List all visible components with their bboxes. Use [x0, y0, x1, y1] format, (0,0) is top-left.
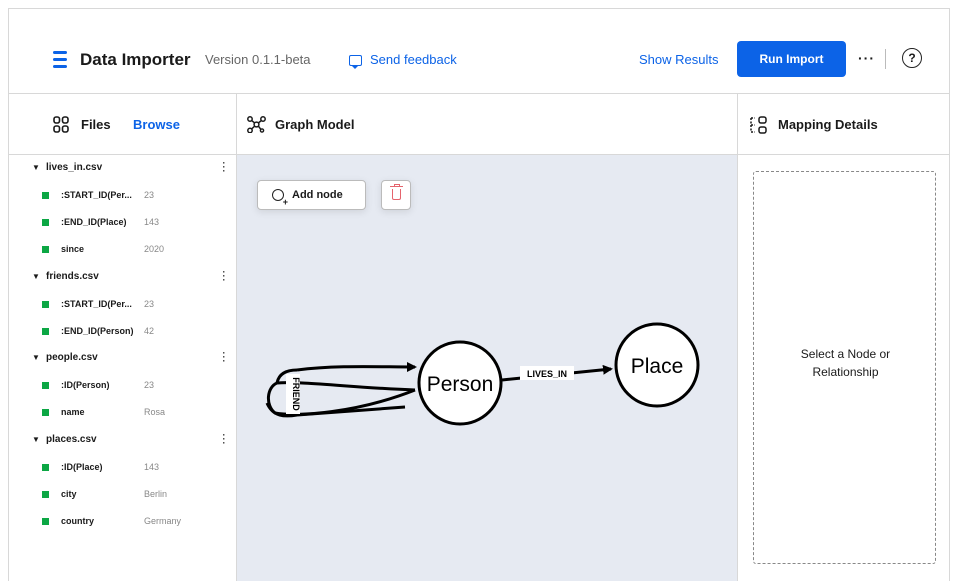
app-title: Data Importer [80, 50, 191, 69]
field-marker-icon [42, 518, 49, 525]
files-panel-header: Files Browse [9, 94, 237, 155]
files-panel-title: Files [81, 117, 111, 132]
file-menu-icon[interactable]: · · · [222, 268, 226, 285]
help-icon[interactable]: ? [902, 48, 922, 68]
field-sample-value: 23 [144, 190, 155, 200]
file-item-lives-in[interactable]: ▼ lives_in.csv · · · [9, 155, 237, 182]
app-frame: Data Importer Version 0.1.1-beta Send fe… [8, 8, 950, 581]
field-row[interactable]: :START_ID(Per... 23 [9, 291, 237, 318]
caret-down-icon[interactable]: ▼ [32, 435, 40, 445]
field-sample-value: 143 [144, 217, 160, 227]
field-marker-icon [42, 409, 49, 416]
field-sample-value: Rosa [144, 407, 166, 417]
friend-relationship-arrow[interactable] [296, 361, 417, 372]
mapping-details-panel: Select a Node or Relationship [738, 155, 949, 581]
field-name: :ID(Person) [61, 380, 110, 390]
field-name: city [61, 489, 77, 499]
file-item-places[interactable]: ▼ places.csv · · · [9, 427, 237, 454]
send-feedback-link[interactable]: Send feedback [349, 51, 457, 69]
field-sample-value: 2020 [144, 244, 165, 254]
mapping-placeholder: Select a Node or Relationship [753, 171, 936, 564]
mapping-icon [750, 116, 767, 134]
app-header: Data Importer Version 0.1.1-beta Send fe… [9, 9, 949, 94]
file-item-people[interactable]: ▼ people.csv · · · [9, 345, 237, 372]
files-list: ▼ lives_in.csv · · · :START_ID(Per... 23 :… [9, 155, 237, 581]
graph-model-icon [247, 116, 266, 133]
data-importer-logo-icon [53, 51, 67, 69]
more-menu-button[interactable]: ··· [858, 49, 875, 67]
field-sample-value: 42 [144, 326, 155, 336]
caret-down-icon[interactable]: ▼ [32, 163, 40, 173]
person-node-label: Person [427, 373, 494, 396]
chat-bubble-icon [349, 54, 362, 69]
caret-down-icon[interactable]: ▼ [32, 353, 40, 363]
field-name: :END_ID(Place) [61, 217, 127, 227]
field-name: :START_ID(Per... [61, 190, 132, 200]
file-menu-icon[interactable]: · · · [222, 159, 226, 176]
field-name: since [61, 244, 85, 254]
field-name: country [61, 516, 95, 526]
caret-down-icon[interactable]: ▼ [32, 272, 40, 282]
field-sample-value: Germany [144, 516, 182, 526]
mapping-panel-header: Mapping Details [738, 94, 949, 155]
files-grid-icon [53, 116, 69, 133]
friend-relationship-label[interactable]: FRIEND [291, 377, 301, 411]
place-node-label: Place [631, 355, 684, 378]
graph-canvas[interactable]: Add node FRIEND LIVES_IN [237, 155, 738, 581]
field-marker-icon [42, 246, 49, 253]
field-row[interactable]: country Germany [9, 508, 237, 535]
show-results-link[interactable]: Show Results [639, 51, 718, 69]
field-row[interactable]: :END_ID(Place) 143 [9, 209, 237, 236]
field-row[interactable]: :END_ID(Person) 42 [9, 318, 237, 345]
field-name: :END_ID(Person) [61, 326, 134, 336]
mapping-placeholder-text: Select a Node or Relationship [754, 345, 937, 381]
graph-model-diagram: FRIEND LIVES_IN Person Place [265, 322, 700, 426]
field-row[interactable]: city Berlin [9, 481, 237, 508]
field-sample-value: Berlin [144, 489, 168, 499]
graph-panel-header: Graph Model [237, 94, 738, 155]
file-name: friends.csv [46, 271, 99, 282]
file-menu-icon[interactable]: · · · [222, 431, 226, 448]
field-sample-value: 143 [144, 462, 160, 472]
file-name: lives_in.csv [46, 162, 103, 173]
field-marker-icon [42, 382, 49, 389]
field-name: :ID(Place) [61, 462, 103, 472]
field-sample-value: 23 [144, 380, 155, 390]
placeholder-line-1: Select a Node or [800, 347, 891, 361]
file-name: people.csv [46, 352, 98, 363]
field-name: name [61, 407, 85, 417]
send-feedback-label: Send feedback [370, 52, 457, 67]
lives-in-relationship-label[interactable]: LIVES_IN [527, 369, 567, 379]
field-row[interactable]: since 2020 [9, 236, 237, 263]
field-marker-icon [42, 192, 49, 199]
field-name: :START_ID(Per... [61, 299, 132, 309]
browse-button[interactable]: Browse [133, 116, 180, 134]
field-row[interactable]: :ID(Place) 143 [9, 454, 237, 481]
file-item-friends[interactable]: ▼ friends.csv · · · [9, 264, 237, 291]
field-row[interactable]: name Rosa [9, 399, 237, 426]
field-marker-icon [42, 464, 49, 471]
mapping-panel-title: Mapping Details [778, 117, 878, 132]
file-menu-icon[interactable]: · · · [222, 349, 226, 366]
placeholder-line-2: Relationship [812, 365, 879, 379]
version-label: Version 0.1.1-beta [205, 52, 311, 67]
run-import-button[interactable]: Run Import [737, 41, 846, 77]
header-divider [885, 49, 886, 69]
file-name: places.csv [46, 434, 97, 445]
field-marker-icon [42, 328, 49, 335]
graph-panel-title: Graph Model [275, 117, 355, 132]
field-marker-icon [42, 301, 49, 308]
field-marker-icon [42, 219, 49, 226]
field-marker-icon [42, 491, 49, 498]
field-row[interactable]: :START_ID(Per... 23 [9, 182, 237, 209]
field-row[interactable]: :ID(Person) 23 [9, 372, 237, 399]
field-sample-value: 23 [144, 299, 155, 309]
